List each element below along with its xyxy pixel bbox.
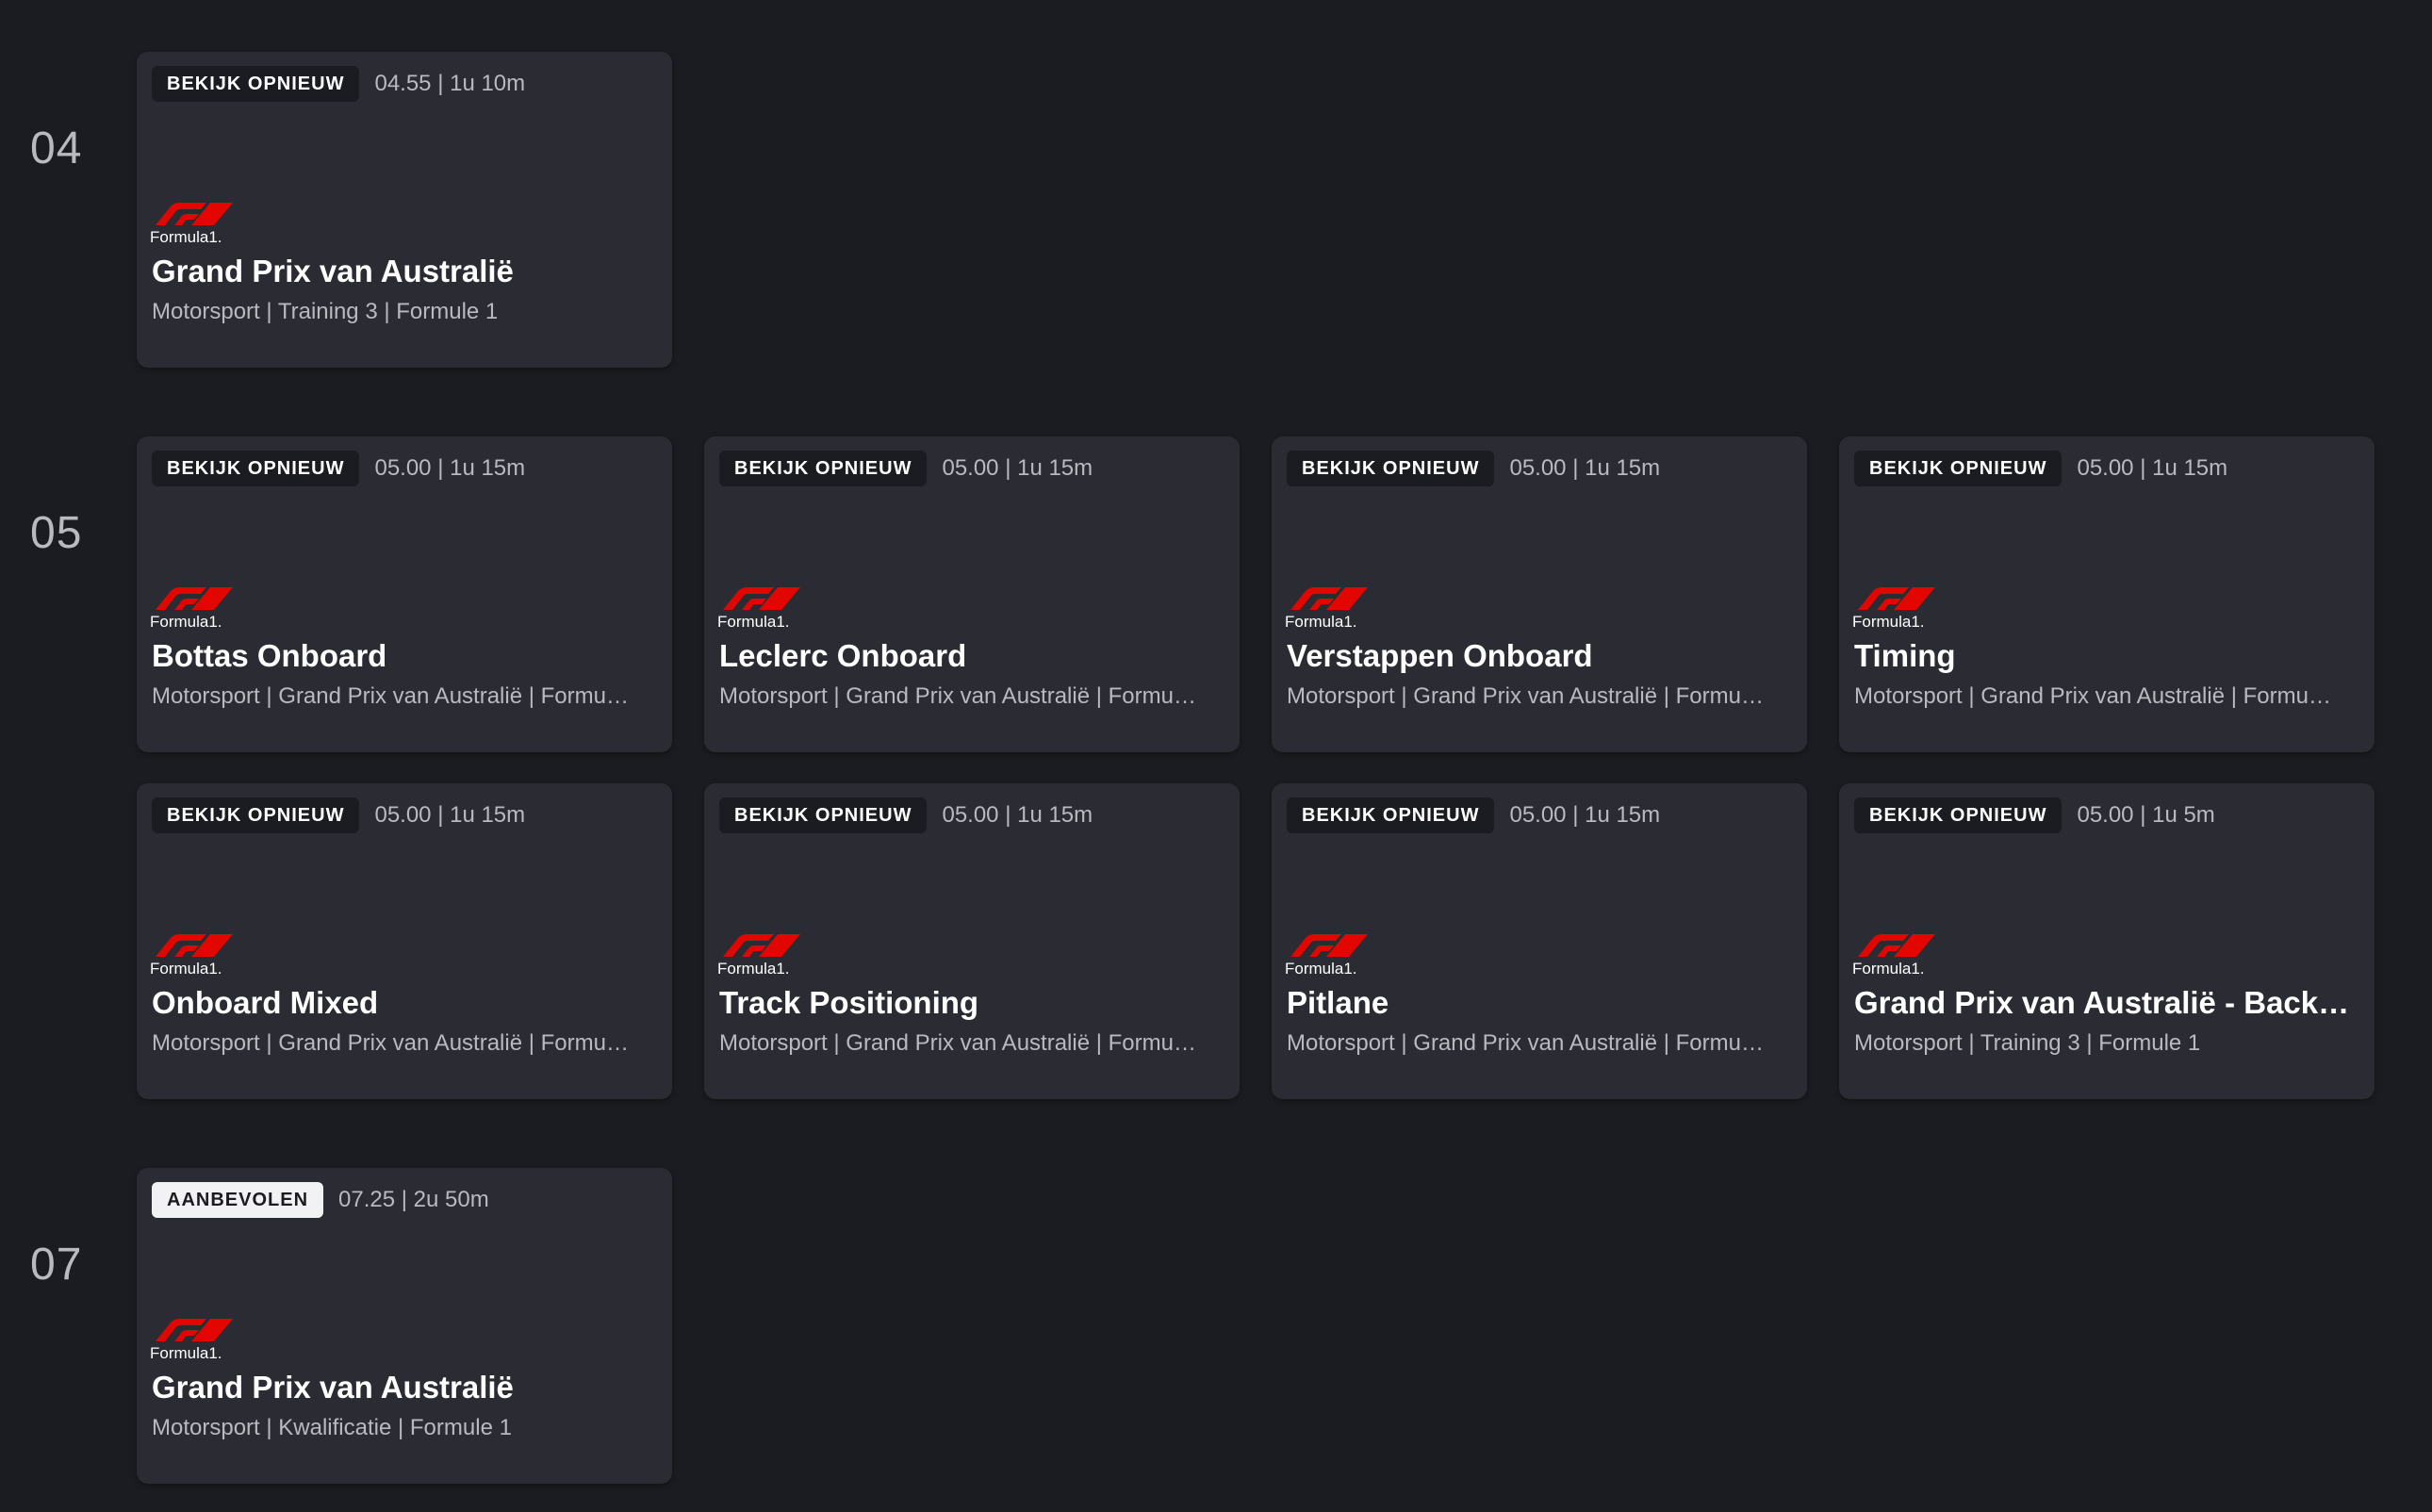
formula1-logo-icon: [156, 1319, 233, 1341]
status-badge: BEKIJK OPNIEUW: [719, 797, 928, 833]
program-subtitle: Motorsport | Grand Prix van Australië | …: [1287, 1030, 1764, 1056]
program-subtitle: Motorsport | Grand Prix van Australië | …: [719, 1030, 1196, 1056]
card-header: AANBEVOLEN 07.25 | 2u 50m: [152, 1181, 489, 1219]
formula1-logo-text: Formula1.: [150, 613, 222, 631]
program-subtitle: Motorsport | Grand Prix van Australië | …: [719, 683, 1196, 709]
status-badge: BEKIJK OPNIEUW: [719, 451, 928, 486]
program-card[interactable]: BEKIJK OPNIEUW 05.00 | 1u 15m Formula1. …: [1272, 783, 1807, 1099]
formula1-logo-icon: [723, 934, 800, 957]
formula1-logo: Formula1.: [1285, 585, 1372, 633]
status-badge: BEKIJK OPNIEUW: [152, 66, 360, 102]
status-badge: BEKIJK OPNIEUW: [1287, 797, 1495, 833]
formula1-logo-icon: [1290, 934, 1368, 957]
program-title: Grand Prix van Australië - Backstage: [1854, 985, 2359, 1020]
formula1-logo-text: Formula1.: [717, 613, 790, 631]
program-title: Timing: [1854, 638, 1956, 673]
program-title: Grand Prix van Australië: [152, 254, 514, 288]
program-title: Track Positioning: [719, 985, 979, 1020]
time-duration: 05.00 | 1u 15m: [942, 455, 1093, 481]
formula1-logo-icon: [1290, 587, 1368, 610]
formula1-logo: Formula1.: [150, 932, 237, 979]
formula1-logo-text: Formula1.: [150, 228, 222, 246]
formula1-logo: Formula1.: [150, 201, 237, 248]
card-header: BEKIJK OPNIEUW 05.00 | 1u 15m: [152, 797, 525, 834]
formula1-logo: Formula1.: [1852, 585, 1939, 633]
program-subtitle: Motorsport | Training 3 | Formule 1: [152, 299, 499, 324]
program-title: Grand Prix van Australië: [152, 1370, 514, 1405]
formula1-logo-icon: [723, 587, 800, 610]
status-badge: BEKIJK OPNIEUW: [152, 797, 360, 833]
formula1-logo-text: Formula1.: [1852, 960, 1925, 978]
program-subtitle: Motorsport | Grand Prix van Australië | …: [1854, 683, 2331, 709]
formula1-logo-text: Formula1.: [150, 1344, 222, 1362]
program-subtitle: Motorsport | Grand Prix van Australië | …: [152, 1030, 629, 1056]
program-subtitle: Motorsport | Kwalificatie | Formule 1: [152, 1415, 512, 1440]
hour-label: 04: [30, 123, 83, 173]
card-header: BEKIJK OPNIEUW 05.00 | 1u 15m: [1287, 797, 1660, 834]
program-card[interactable]: BEKIJK OPNIEUW 05.00 | 1u 15m Formula1. …: [137, 783, 672, 1099]
formula1-logo-text: Formula1.: [717, 960, 790, 978]
formula1-logo: Formula1.: [1285, 932, 1372, 979]
formula1-logo: Formula1.: [150, 1317, 237, 1364]
card-header: BEKIJK OPNIEUW 05.00 | 1u 15m: [719, 797, 1093, 834]
program-card[interactable]: BEKIJK OPNIEUW 05.00 | 1u 15m Formula1. …: [1272, 436, 1807, 752]
program-subtitle: Motorsport | Training 3 | Formule 1: [1854, 1030, 2201, 1056]
time-duration: 05.00 | 1u 15m: [374, 455, 526, 481]
time-duration: 05.00 | 1u 5m: [2077, 802, 2215, 828]
time-duration: 05.00 | 1u 15m: [942, 802, 1093, 828]
program-title: Leclerc Onboard: [719, 638, 967, 673]
card-header: BEKIJK OPNIEUW 05.00 | 1u 15m: [1287, 450, 1660, 487]
status-badge: BEKIJK OPNIEUW: [1854, 797, 2062, 833]
formula1-logo-text: Formula1.: [1285, 613, 1357, 631]
program-card[interactable]: BEKIJK OPNIEUW 05.00 | 1u 15m Formula1. …: [704, 783, 1240, 1099]
program-title: Onboard Mixed: [152, 985, 379, 1020]
program-card[interactable]: BEKIJK OPNIEUW 05.00 | 1u 5m Formula1. G…: [1839, 783, 2374, 1099]
program-card[interactable]: BEKIJK OPNIEUW 05.00 | 1u 15m Formula1. …: [704, 436, 1240, 752]
formula1-logo-text: Formula1.: [1852, 613, 1925, 631]
recommended-badge: AANBEVOLEN: [152, 1182, 324, 1218]
formula1-logo: Formula1.: [717, 932, 804, 979]
card-header: BEKIJK OPNIEUW 05.00 | 1u 15m: [152, 450, 525, 487]
formula1-logo-text: Formula1.: [150, 960, 222, 978]
time-duration: 04.55 | 1u 10m: [374, 71, 526, 96]
program-title: Verstappen Onboard: [1287, 638, 1593, 673]
program-subtitle: Motorsport | Grand Prix van Australië | …: [152, 683, 629, 709]
program-card[interactable]: AANBEVOLEN 07.25 | 2u 50m Formula1. Gran…: [137, 1168, 672, 1484]
time-duration: 05.00 | 1u 15m: [1509, 455, 1661, 481]
time-duration: 05.00 | 1u 15m: [1509, 802, 1661, 828]
status-badge: BEKIJK OPNIEUW: [152, 451, 360, 486]
time-duration: 07.25 | 2u 50m: [338, 1187, 489, 1212]
formula1-logo: Formula1.: [1852, 932, 1939, 979]
time-duration: 05.00 | 1u 15m: [2077, 455, 2228, 481]
program-card[interactable]: BEKIJK OPNIEUW 05.00 | 1u 15m Formula1. …: [137, 436, 672, 752]
card-header: BEKIJK OPNIEUW 05.00 | 1u 5m: [1854, 797, 2215, 834]
program-card[interactable]: BEKIJK OPNIEUW 04.55 | 1u 10m Formula1. …: [137, 52, 672, 368]
formula1-logo-icon: [156, 203, 233, 225]
formula1-logo-icon: [1858, 587, 1935, 610]
formula1-logo-icon: [1858, 934, 1935, 957]
card-header: BEKIJK OPNIEUW 05.00 | 1u 15m: [719, 450, 1093, 487]
formula1-logo: Formula1.: [150, 585, 237, 633]
card-header: BEKIJK OPNIEUW 04.55 | 1u 10m: [152, 65, 525, 103]
formula1-logo-icon: [156, 587, 233, 610]
formula1-logo-icon: [156, 934, 233, 957]
program-title: Bottas Onboard: [152, 638, 387, 673]
program-title: Pitlane: [1287, 985, 1389, 1020]
status-badge: BEKIJK OPNIEUW: [1287, 451, 1495, 486]
hour-label: 07: [30, 1240, 83, 1290]
hour-label: 05: [30, 508, 83, 558]
status-badge: BEKIJK OPNIEUW: [1854, 451, 2062, 486]
program-subtitle: Motorsport | Grand Prix van Australië | …: [1287, 683, 1764, 709]
card-header: BEKIJK OPNIEUW 05.00 | 1u 15m: [1854, 450, 2227, 487]
formula1-logo: Formula1.: [717, 585, 804, 633]
time-duration: 05.00 | 1u 15m: [374, 802, 526, 828]
formula1-logo-text: Formula1.: [1285, 960, 1357, 978]
program-card[interactable]: BEKIJK OPNIEUW 05.00 | 1u 15m Formula1. …: [1839, 436, 2374, 752]
